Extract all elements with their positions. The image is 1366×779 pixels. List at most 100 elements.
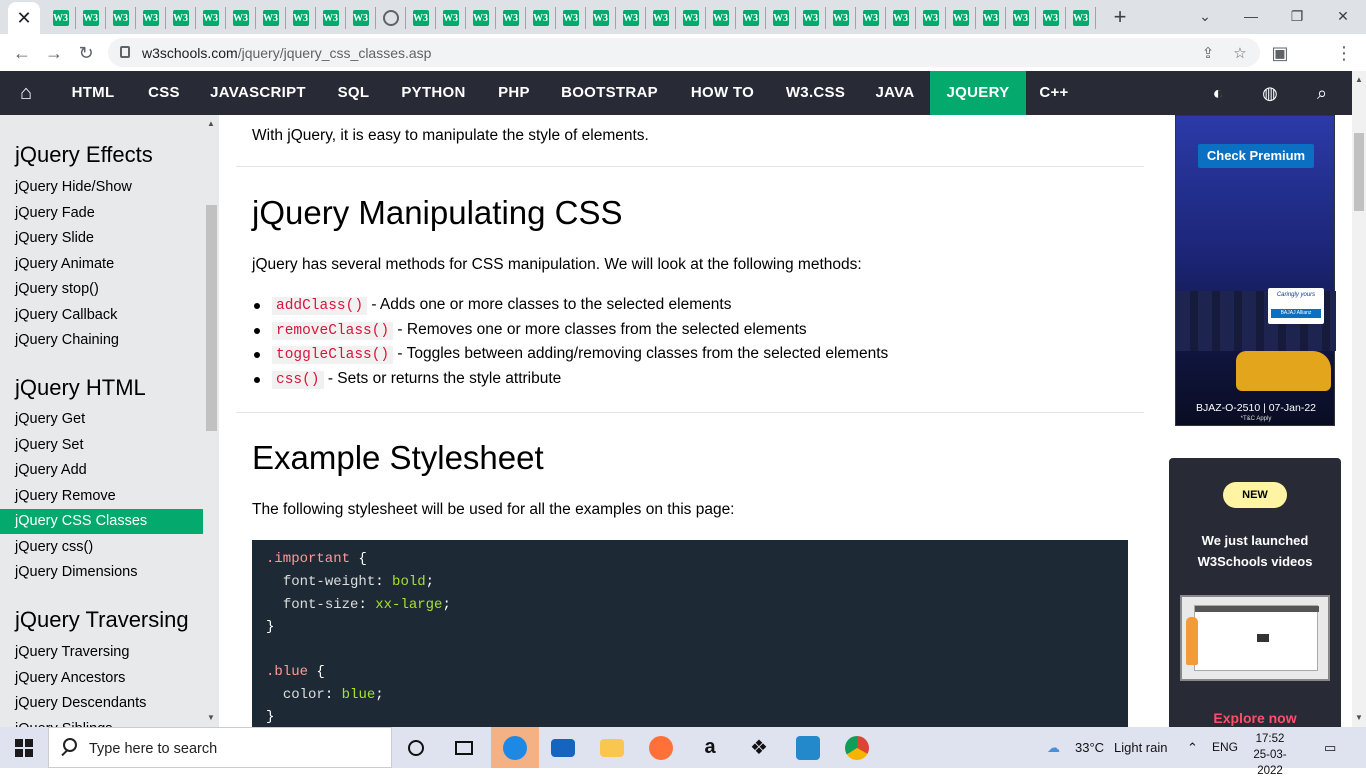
browser-tab[interactable]: W3 (436, 7, 466, 29)
browser-tab[interactable]: W3 (796, 7, 826, 29)
sidebar-item[interactable]: jQuery stop() (0, 277, 203, 302)
browser-tab[interactable]: W3 (916, 7, 946, 29)
home-icon[interactable]: ⌂ (14, 81, 38, 105)
browser-tab[interactable]: W3 (826, 7, 856, 29)
browser-tab[interactable]: W3 (886, 7, 916, 29)
new-tab-button[interactable]: + (1108, 4, 1132, 29)
browser-tab[interactable]: W3 (196, 7, 226, 29)
edge-icon[interactable] (491, 727, 539, 768)
cortana-icon[interactable] (392, 727, 440, 768)
sidebar-item[interactable]: jQuery Traversing (0, 640, 203, 665)
share-icon[interactable]: ⇪ (1198, 43, 1218, 63)
mail-icon[interactable] (539, 727, 587, 768)
firefox-icon[interactable] (637, 727, 685, 768)
scroll-down-arrow-icon[interactable]: ▼ (1355, 713, 1363, 722)
sidebar-scrollbar[interactable]: ▲ ▼ (203, 115, 219, 727)
sidebar-item[interactable]: jQuery Animate (0, 252, 203, 277)
menu-dots-icon[interactable]: ⋮ (1331, 40, 1357, 66)
task-view-icon[interactable] (440, 727, 488, 768)
sidebar-item[interactable]: jQuery Hide/Show (0, 175, 203, 200)
browser-tab[interactable]: W3 (226, 7, 256, 29)
sidebar-item[interactable]: jQuery Fade (0, 201, 203, 226)
video-promo-box[interactable]: NEW We just launched W3Schools videos Ex… (1169, 458, 1341, 727)
notifications-icon[interactable]: ▭ (1324, 740, 1336, 756)
browser-tab[interactable]: W3 (526, 7, 556, 29)
lock-icon[interactable] (120, 46, 130, 58)
nav-link-css[interactable]: CSS (134, 71, 194, 115)
back-arrow-icon[interactable]: ← (9, 40, 35, 66)
show-hidden-icons-icon[interactable]: ⌃ (1187, 740, 1198, 756)
vscode-icon[interactable] (784, 727, 832, 768)
nav-link-php[interactable]: PHP (482, 71, 546, 115)
dropbox-icon[interactable]: ❖ (735, 727, 783, 768)
taskbar-search-box[interactable]: Type here to search (48, 727, 392, 768)
page-scrollbar[interactable]: ▲ ▼ (1352, 71, 1366, 727)
check-premium-button[interactable]: Check Premium (1198, 144, 1314, 168)
sidebar-item[interactable]: jQuery Get (0, 407, 203, 432)
sidebar-scroll-thumb[interactable] (206, 205, 217, 431)
restore-button[interactable]: ❐ (1274, 4, 1320, 28)
taskbar-clock[interactable]: 17:52 25-03-2022 (1244, 731, 1296, 779)
browser-tab[interactable]: W3 (736, 7, 766, 29)
active-tab[interactable]: ✕ (8, 2, 40, 34)
browser-tab[interactable]: W3 (286, 7, 316, 29)
browser-tab[interactable]: W3 (1036, 7, 1066, 29)
sidebar-item[interactable]: jQuery Descendants (0, 691, 203, 716)
browser-tab[interactable]: W3 (166, 7, 196, 29)
nav-link-c-[interactable]: C++ (1026, 71, 1082, 115)
tab-search-icon[interactable]: ⌄ (1182, 4, 1228, 28)
browser-tab[interactable]: W3 (616, 7, 646, 29)
browser-tab[interactable]: W3 (706, 7, 736, 29)
browser-tab[interactable]: W3 (766, 7, 796, 29)
nav-link-w3-css[interactable]: W3.CSS (771, 71, 860, 115)
browser-tab[interactable]: W3 (856, 7, 886, 29)
nav-link-html[interactable]: HTML (56, 71, 130, 115)
page-scroll-thumb[interactable] (1354, 133, 1364, 211)
browser-tab[interactable]: W3 (406, 7, 436, 29)
sidebar-item[interactable]: jQuery Slide (0, 226, 203, 251)
weather-text[interactable]: Light rain (1114, 740, 1167, 755)
browser-tab[interactable]: W3 (346, 7, 376, 29)
browser-tab[interactable]: W3 (586, 7, 616, 29)
browser-tab[interactable]: W3 (136, 7, 166, 29)
nav-link-java[interactable]: JAVA (860, 71, 930, 115)
browser-tab[interactable]: W3 (646, 7, 676, 29)
browser-tab[interactable]: W3 (106, 7, 136, 29)
browser-tab[interactable] (376, 7, 406, 29)
video-thumbnail[interactable] (1180, 595, 1330, 681)
browser-tab[interactable]: W3 (556, 7, 586, 29)
browser-tab[interactable]: W3 (1066, 7, 1096, 29)
nav-link-bootstrap[interactable]: BOOTSTRAP (546, 71, 673, 115)
browser-tab[interactable]: W3 (676, 7, 706, 29)
nav-link-javascript[interactable]: JAVASCRIPT (195, 71, 321, 115)
reload-icon[interactable]: ↻ (73, 40, 99, 66)
sidebar-item[interactable]: jQuery CSS Classes (0, 509, 203, 534)
sidebar-item[interactable]: jQuery Add (0, 458, 203, 483)
nav-link-jquery[interactable]: JQUERY (930, 71, 1026, 115)
advertisement-banner[interactable]: Check Premium Caringly yours BAJAJ Allia… (1175, 115, 1336, 426)
close-window-button[interactable]: ✕ (1320, 4, 1366, 28)
scroll-up-arrow-icon[interactable]: ▲ (1355, 75, 1363, 84)
browser-tab[interactable]: W3 (466, 7, 496, 29)
sidebar-item[interactable]: jQuery Dimensions (0, 560, 203, 585)
sidebar-item[interactable]: jQuery Set (0, 433, 203, 458)
file-explorer-icon[interactable] (588, 727, 636, 768)
browser-tab[interactable]: W3 (496, 7, 526, 29)
contrast-icon[interactable]: ◐ (1207, 82, 1229, 104)
sidebar-item[interactable]: jQuery Siblings (0, 717, 203, 728)
language-indicator[interactable]: ENG (1212, 740, 1238, 754)
address-bar[interactable]: w3schools.com/jquery/jquery_css_classes.… (108, 38, 1260, 67)
sidebar-item[interactable]: jQuery css() (0, 535, 203, 560)
scroll-down-arrow-icon[interactable]: ▼ (207, 713, 215, 722)
sidebar-item[interactable]: jQuery Callback (0, 303, 203, 328)
browser-tab[interactable]: W3 (976, 7, 1006, 29)
explore-now-link[interactable]: Explore now (1169, 710, 1341, 726)
chrome-icon[interactable] (833, 727, 881, 768)
weather-icon[interactable]: ☁ (1047, 740, 1060, 756)
browser-tab[interactable]: W3 (76, 7, 106, 29)
search-icon[interactable]: ⌕ (1311, 82, 1333, 104)
sidebar-item[interactable]: jQuery Remove (0, 484, 203, 509)
forward-arrow-icon[interactable]: → (41, 40, 67, 66)
browser-tab[interactable]: W3 (316, 7, 346, 29)
sidebar-item[interactable]: jQuery Chaining (0, 328, 203, 353)
